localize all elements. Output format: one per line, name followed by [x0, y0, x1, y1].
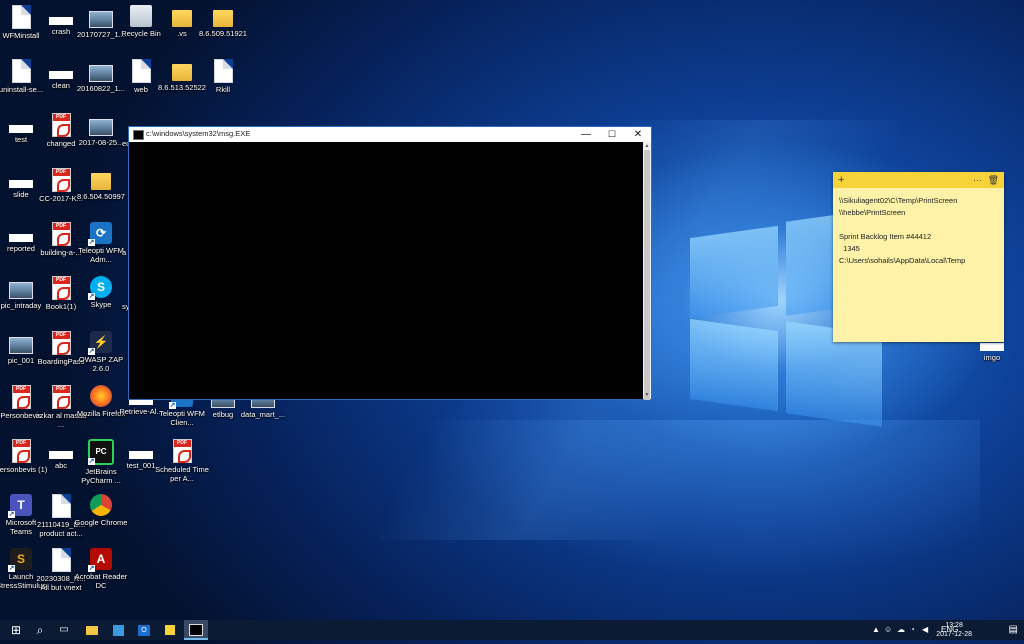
doc-icon	[51, 494, 71, 518]
sticky-note-line: \\Sikuliagent02\C\Temp\PrintScreen	[839, 196, 958, 205]
whitebar-icon	[49, 451, 73, 459]
folder-icon	[172, 10, 192, 27]
desktop-icon-label: imgo	[983, 353, 1001, 362]
clock[interactable]: 13:28 2017-12-28	[936, 621, 972, 639]
desktop-icon-acrobat-reader-dc[interactable]: AAcrobat Reader DC	[74, 548, 128, 590]
pdf-icon: PDF	[51, 385, 71, 409]
desktop-icon-rkill[interactable]: Rkill	[196, 59, 250, 94]
pdf-icon: PDF	[11, 439, 31, 463]
sticky-note-text[interactable]: \\Sikuliagent02\C\Temp\PrintScreen \\hebb…	[833, 188, 1004, 274]
store-icon[interactable]	[106, 620, 130, 640]
sticky-note-line: 1345	[839, 244, 860, 253]
sticky-note[interactable]: + ··· 🗑 \\Sikuliagent02\C\Temp\PrintScre…	[833, 172, 1004, 342]
pdf-icon: PDF	[51, 331, 71, 355]
desktop-icon-scheduled-time-per-a[interactable]: PDF Scheduled Time per A...	[155, 439, 209, 483]
thumb-icon	[9, 282, 33, 299]
scrollbar-thumb[interactable]	[644, 150, 650, 400]
sticky-note-line: Sprint Backlog Item #44412	[839, 232, 932, 241]
whitebar-icon	[49, 71, 73, 79]
pdf-icon: PDF	[51, 113, 71, 137]
whitebar-icon	[9, 180, 33, 188]
pdf-icon: PDF	[11, 385, 31, 409]
scroll-down-icon[interactable]: ▼	[643, 391, 651, 399]
pycharm-icon: PC	[88, 439, 114, 465]
doc-icon	[51, 548, 71, 572]
desktop-icon-label: Acrobat Reader DC	[74, 572, 128, 590]
desktop-icon-label: data_mart_...	[240, 410, 286, 419]
people-icon[interactable]: ☺	[884, 620, 892, 640]
acrobat-icon: A	[88, 548, 112, 572]
sticky-note-line: C:\Users\sohails\AppData\Local\Temp	[839, 256, 966, 265]
thumb-icon	[89, 11, 113, 28]
folder-icon	[172, 64, 192, 81]
whitebar-icon	[9, 234, 33, 242]
console-icon	[133, 130, 144, 140]
doc-icon	[213, 59, 233, 83]
add-note-button[interactable]: +	[838, 172, 844, 188]
wifi-icon[interactable]: ◔	[910, 620, 915, 640]
doc-icon	[131, 59, 151, 83]
chrome-icon	[90, 494, 112, 516]
task-view-icon[interactable]: ▭	[52, 620, 76, 640]
desktop-icon-label: Google Chrome	[74, 518, 128, 527]
zap-icon: ⚡	[88, 331, 112, 355]
start-button[interactable]: ⊞	[4, 620, 28, 640]
close-button[interactable]: ✕	[625, 127, 651, 142]
doc-icon	[11, 59, 31, 83]
desktop-icon-label: Rkill	[215, 85, 231, 94]
desktop-icon-label: 8.6.504.50997	[77, 192, 125, 201]
desktop-icon-label: OWASP ZAP 2.6.0	[78, 355, 124, 373]
clock-time: 13:28	[945, 622, 963, 629]
folder-icon	[213, 10, 233, 27]
search-icon[interactable]: ⌕	[28, 620, 52, 640]
sticky-note-toolbar: + ··· 🗑	[833, 172, 1004, 188]
desktop-icon-label: 8.6.509.51921	[199, 29, 247, 38]
pdf-icon: PDF	[51, 168, 71, 192]
console-taskbar-icon[interactable]	[184, 620, 208, 640]
taskbar: ⊞ ⌕ ▭ O ▲ ☺ ☁ ◔ ◀ ENG 13:28 2017-12-28 ▤	[0, 620, 1024, 640]
scroll-up-icon[interactable]: ▲	[643, 142, 651, 150]
sticky-notes-icon[interactable]	[158, 620, 182, 640]
outlook-icon[interactable]: O	[132, 620, 156, 640]
recycle-icon	[130, 5, 152, 27]
onedrive-icon[interactable]: ☁	[897, 620, 905, 640]
sticky-note-line	[839, 219, 998, 231]
thumb-icon	[9, 337, 33, 354]
notifications-icon[interactable]: ▤	[1009, 620, 1018, 640]
file-explorer-icon[interactable]	[80, 620, 104, 640]
pdf-icon: PDF	[172, 439, 192, 463]
desktop-icon-owasp-zap-2-6-0[interactable]: ⚡OWASP ZAP 2.6.0	[74, 331, 128, 373]
thumb-icon	[89, 65, 113, 82]
folder-icon	[91, 173, 111, 190]
whitebar-icon	[980, 343, 1004, 351]
windows-logo-pane	[690, 318, 778, 412]
whitebar-icon	[49, 17, 73, 25]
console-window[interactable]: c:\windows\system32\msg.EXE — ☐ ✕ ▲ ▼	[128, 126, 652, 400]
volume-icon[interactable]: ◀	[922, 620, 928, 640]
firefox-icon	[90, 385, 112, 407]
clock-date: 2017-12-28	[936, 631, 972, 638]
desktop-icon-label: Scheduled Time per A...	[155, 465, 209, 483]
network-icon[interactable]: ▲	[872, 620, 880, 640]
delete-icon[interactable]: 🗑	[988, 172, 999, 188]
console-titlebar[interactable]: c:\windows\system32\msg.EXE — ☐ ✕	[129, 127, 651, 142]
minimize-button[interactable]: —	[573, 127, 599, 142]
menu-button[interactable]: ···	[973, 172, 982, 188]
pdf-icon: PDF	[51, 276, 71, 300]
console-title: c:\windows\system32\msg.EXE	[146, 129, 251, 138]
console-scrollbar[interactable]: ▲ ▼	[643, 142, 651, 400]
desktop-icon-8-6-509-51921[interactable]: 8.6.509.51921	[196, 5, 250, 38]
maximize-button[interactable]: ☐	[599, 127, 625, 142]
doc-icon	[11, 5, 31, 29]
whitebar-icon	[9, 125, 33, 133]
pdf-icon: PDF	[51, 222, 71, 246]
windows-logo-pane	[690, 225, 778, 319]
desktop-icon-8-6-504-50997[interactable]: 8.6.504.50997	[74, 168, 128, 201]
wallpaper-floor-glow	[420, 420, 980, 580]
desktop-icon-google-chrome[interactable]: Google Chrome	[74, 494, 128, 527]
teams-icon: T	[8, 494, 32, 518]
whitebar-icon	[129, 451, 153, 459]
stress-icon: S	[8, 548, 32, 572]
sticky-note-line: \\hebbe\PrintScreen	[839, 208, 906, 217]
